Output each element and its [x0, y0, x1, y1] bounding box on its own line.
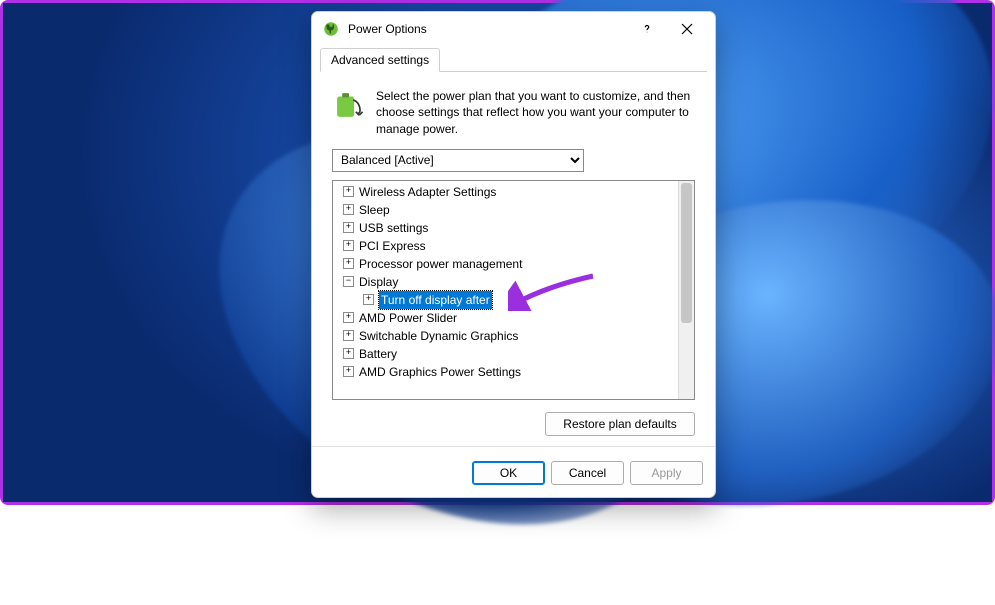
- tab-strip: Advanced settings: [312, 45, 715, 71]
- expand-icon[interactable]: +: [343, 366, 354, 377]
- expand-icon[interactable]: +: [343, 312, 354, 323]
- tree-item-battery[interactable]: +Battery: [337, 345, 694, 363]
- scrollbar[interactable]: [678, 181, 694, 399]
- tree-item-sleep[interactable]: +Sleep: [337, 201, 694, 219]
- tab-advanced-settings[interactable]: Advanced settings: [320, 48, 440, 72]
- power-plug-icon: [322, 20, 340, 38]
- tree-item-display[interactable]: −Display: [337, 273, 694, 291]
- ok-button[interactable]: OK: [472, 461, 545, 485]
- tree-item-wireless-adapter[interactable]: +Wireless Adapter Settings: [337, 183, 694, 201]
- expand-icon[interactable]: +: [343, 222, 354, 233]
- close-button[interactable]: [667, 14, 707, 44]
- settings-tree: +Wireless Adapter Settings +Sleep +USB s…: [332, 180, 695, 400]
- help-button[interactable]: [627, 14, 667, 44]
- collapse-icon[interactable]: −: [343, 276, 354, 287]
- tree-item-amd-power-slider[interactable]: +AMD Power Slider: [337, 309, 694, 327]
- expand-icon[interactable]: +: [343, 330, 354, 341]
- tree-item-turn-off-display-after[interactable]: +Turn off display after: [337, 291, 694, 309]
- expand-icon[interactable]: +: [343, 186, 354, 197]
- expand-icon[interactable]: +: [343, 204, 354, 215]
- apply-button[interactable]: Apply: [630, 461, 703, 485]
- tree-item-pci-express[interactable]: +PCI Express: [337, 237, 694, 255]
- expand-icon[interactable]: +: [343, 258, 354, 269]
- cancel-button[interactable]: Cancel: [551, 461, 624, 485]
- tree-item-usb-settings[interactable]: +USB settings: [337, 219, 694, 237]
- power-battery-icon: [332, 88, 366, 122]
- tree-item-amd-graphics-power[interactable]: +AMD Graphics Power Settings: [337, 363, 694, 381]
- expand-icon[interactable]: +: [363, 294, 374, 305]
- power-plan-select[interactable]: Balanced [Active]: [332, 149, 584, 172]
- titlebar: Power Options: [312, 12, 715, 45]
- expand-icon[interactable]: +: [343, 240, 354, 251]
- scrollbar-thumb[interactable]: [681, 183, 692, 323]
- help-icon: [640, 22, 654, 36]
- expand-icon[interactable]: +: [343, 348, 354, 359]
- instruction-text: Select the power plan that you want to c…: [376, 88, 695, 137]
- tree-item-processor-power[interactable]: +Processor power management: [337, 255, 694, 273]
- tree-item-switchable-graphics[interactable]: +Switchable Dynamic Graphics: [337, 327, 694, 345]
- restore-defaults-button[interactable]: Restore plan defaults: [545, 412, 695, 436]
- dialog-title: Power Options: [348, 22, 627, 36]
- instruction-area: Select the power plan that you want to c…: [312, 72, 715, 149]
- close-icon: [681, 23, 693, 35]
- power-options-dialog: Power Options Advanced settings Select t…: [311, 11, 716, 498]
